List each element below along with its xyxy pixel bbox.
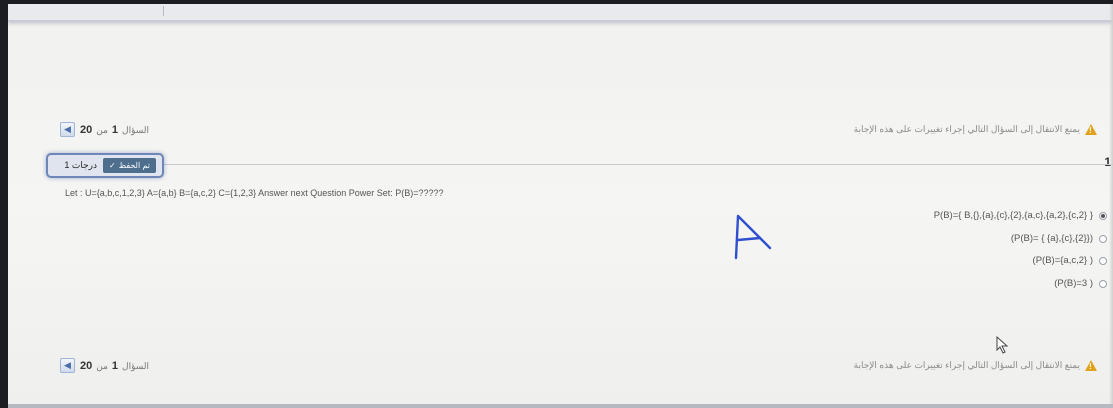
grade-text: 1 درجات — [64, 160, 98, 170]
mouse-cursor-icon — [996, 336, 1009, 354]
question-grade-box: 1 درجات ✓ تم الحفظ — [46, 153, 164, 178]
current-question: 1 — [111, 359, 119, 372]
saved-label: تم الحفظ — [118, 161, 150, 170]
toolbar-separator — [163, 6, 164, 16]
question-nav-top: ◀ 20 من 1 السؤال يمنع الانتقال إلى السؤا… — [8, 119, 1113, 141]
answer-option[interactable]: (P(B)={a,c,2} ) — [1033, 255, 1107, 266]
answer-label: (P(B)=3 ) — [1054, 278, 1093, 289]
answer-option[interactable]: (P(B)= { {a},{c},{2}}) — [1011, 233, 1107, 244]
answer-label: (P(B)={a,c,2} ) — [1032, 255, 1093, 266]
handwritten-a-mark — [734, 214, 772, 260]
chevron-left-icon[interactable]: ◀ — [60, 122, 75, 137]
answer-option[interactable]: P(B)={ B,{},{a},{c},{2},{a,c},{a,2},{c,2… — [934, 210, 1107, 221]
navigation-warning: يمنع الانتقال إلى السؤال التالي إجراء تغ… — [854, 360, 1097, 371]
of-label: من — [96, 360, 108, 371]
answer-radio[interactable] — [1099, 256, 1107, 265]
question-label: السؤال — [122, 124, 150, 135]
total-questions: 20 — [80, 123, 93, 136]
current-question: 1 — [111, 123, 119, 136]
page-counter: 20 من 1 السؤال — [80, 124, 149, 136]
answer-radio[interactable] — [1099, 211, 1107, 220]
warning-icon: ! — [1085, 360, 1097, 371]
navigation-warning: يمنع الانتقال إلى السؤال التالي إجراء تغ… — [854, 124, 1097, 135]
question-label: السؤال — [122, 360, 150, 371]
of-label: من — [96, 124, 108, 135]
warning-icon: ! — [1085, 124, 1097, 135]
warning-text: يمنع الانتقال إلى السؤال التالي إجراء تغ… — [853, 124, 1080, 134]
answer-option[interactable]: (P(B)=3 ) — [1054, 278, 1107, 289]
answer-radio[interactable] — [1099, 234, 1107, 243]
screen-edge — [1109, 4, 1113, 408]
quiz-screen: ◀ 20 من 1 السؤال يمنع الانتقال إلى السؤا… — [8, 4, 1113, 408]
page-navigation: ◀ 20 من 1 السؤال — [60, 122, 149, 137]
question-nav-bottom: ◀ 20 من 1 السؤال يمنع الانتقال إلى السؤا… — [8, 355, 1113, 377]
chevron-left-icon[interactable]: ◀ — [60, 358, 75, 373]
screen-bottom-edge — [8, 404, 1113, 408]
answer-radio[interactable] — [1099, 279, 1107, 288]
page-navigation: ◀ 20 من 1 السؤال — [60, 358, 149, 373]
answer-label: P(B)={ B,{},{a},{c},{2},{a,c},{a,2},{c,2… — [933, 210, 1093, 221]
warning-text: يمنع الانتقال إلى السؤال التالي إجراء تغ… — [853, 360, 1080, 370]
total-questions: 20 — [80, 359, 93, 372]
page-counter: 20 من 1 السؤال — [80, 360, 149, 372]
saved-status-button[interactable]: ✓ تم الحفظ — [103, 158, 156, 173]
top-toolbar — [8, 4, 1113, 22]
question-text: Let : U={a,b,c,1,2,3} A={a,b} B={a,c,2} … — [65, 188, 444, 198]
question-divider — [53, 164, 1113, 165]
check-icon: ✓ — [109, 161, 116, 170]
answer-label: (P(B)= { {a},{c},{2}}) — [1010, 233, 1093, 244]
